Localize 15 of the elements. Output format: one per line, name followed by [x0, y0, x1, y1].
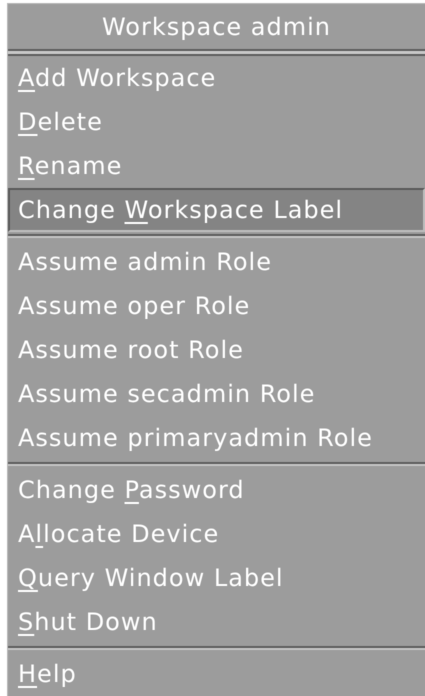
menu-title: Workspace admin	[100, 12, 332, 43]
menu-item[interactable]: Assume root Role	[8, 328, 425, 372]
menu-item[interactable]: Query Window Label	[8, 556, 425, 600]
menu-item[interactable]: Help	[8, 652, 425, 696]
menu-item[interactable]: Change Password	[8, 468, 425, 512]
menu-item[interactable]: Al locate Device	[8, 512, 425, 556]
menu-item[interactable]: Add Workspace	[8, 56, 425, 100]
menu-item[interactable]: Rename	[8, 144, 425, 188]
menu-item[interactable]: Shut Down	[8, 600, 425, 644]
menu-item[interactable]: Assume secadmin Role	[8, 372, 425, 416]
menu-item[interactable]: Assume admin Role	[8, 240, 425, 284]
menu-item[interactable]: Change Workspace Label	[8, 188, 425, 232]
menu-item[interactable]: Assume oper Role	[8, 284, 425, 328]
menu-item[interactable]: Assume primaryadmin Role	[8, 416, 425, 460]
menu-item[interactable]: Delete	[8, 100, 425, 144]
